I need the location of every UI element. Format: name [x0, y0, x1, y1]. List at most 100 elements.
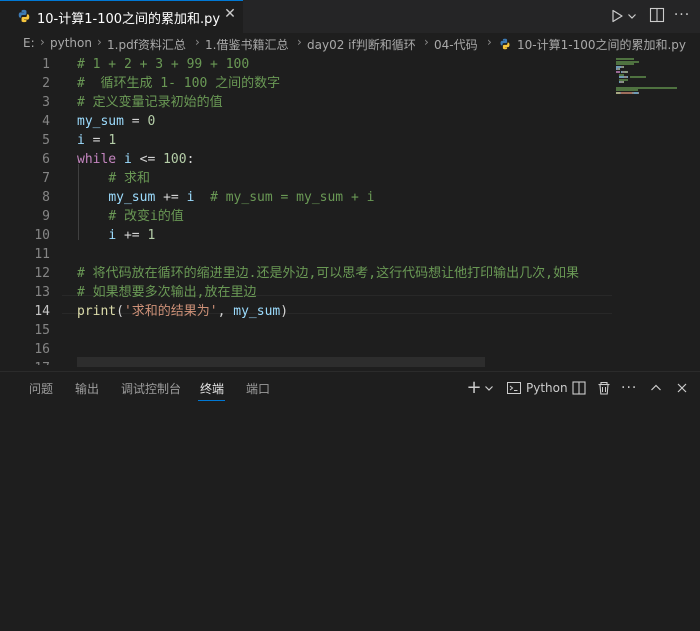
- code-token: # 求和: [108, 171, 150, 186]
- code-text: i = 1: [77, 131, 116, 150]
- code-token: print: [77, 304, 117, 319]
- code-token: ): [280, 304, 289, 319]
- run-dropdown-icon[interactable]: [627, 8, 637, 24]
- trash-icon[interactable]: [596, 380, 612, 396]
- line-number: 11: [34, 247, 50, 262]
- line-number: 9: [42, 209, 50, 224]
- line-number: 15: [34, 323, 50, 338]
- more-actions-icon[interactable]: ···: [673, 6, 691, 24]
- line-number: 2: [42, 76, 50, 91]
- chevron-right-icon: ›: [40, 35, 45, 49]
- code-token: <=: [131, 152, 164, 167]
- tab-ports[interactable]: 端口: [246, 380, 270, 397]
- line-number: 1: [42, 57, 50, 72]
- editor-tab-bar: 10-计算1-100之间的累加和.py ✕ ···: [0, 0, 700, 33]
- code-token: :: [186, 152, 195, 167]
- code-text: # 1 + 2 + 3 + 99 + 100: [77, 55, 249, 74]
- line-number: 3: [42, 95, 50, 110]
- code-text: my_sum = 0: [77, 112, 155, 131]
- minimap-stroke: [620, 91, 632, 94]
- code-token: my_sum: [77, 114, 124, 129]
- tab-debug-console[interactable]: 调试控制台: [121, 380, 181, 397]
- code-line[interactable]: 7 # 求和: [0, 169, 612, 188]
- code-text: while i <= 100:: [77, 150, 194, 169]
- code-line[interactable]: 12 # 将代码放在循环的缩进里边.还是外边,可以思考,这行代码想让他打印输出几次…: [0, 264, 612, 283]
- code-text: # 改变i的值: [77, 207, 184, 226]
- close-tab-icon[interactable]: ✕: [222, 6, 238, 22]
- code-line[interactable]: 6 while i <= 100:: [0, 150, 612, 169]
- code-line[interactable]: 10 i += 1: [0, 226, 612, 245]
- breadcrumb-item[interactable]: 1.pdf资料汇总: [107, 36, 186, 53]
- code-line[interactable]: 5 i = 1: [0, 131, 612, 150]
- minimap-stroke: [623, 81, 624, 84]
- code-token: # 如果想要多次输出,放在里边: [77, 285, 257, 300]
- breadcrumb-item[interactable]: day02 if判断和循环: [307, 36, 416, 53]
- code-token: +=: [116, 228, 148, 243]
- line-number: 17: [20, 359, 50, 365]
- tab-title: 10-计算1-100之间的累加和.py: [37, 12, 221, 27]
- code-token: 100: [163, 152, 187, 167]
- code-token: 1: [108, 133, 117, 148]
- line-number: 12: [34, 266, 50, 281]
- tab-terminal[interactable]: 终端: [200, 380, 224, 397]
- tab-output[interactable]: 输出: [75, 380, 99, 397]
- code-line[interactable]: 4 my_sum = 0: [0, 112, 612, 131]
- code-text: print('求和的结果为', my_sum): [77, 302, 288, 321]
- breadcrumb-item[interactable]: 04-代码: [434, 36, 478, 53]
- breadcrumb-item[interactable]: E:: [23, 36, 35, 50]
- code-token: my_sum: [108, 190, 156, 205]
- code-line[interactable]: 13 # 如果想要多次输出,放在里边: [0, 283, 612, 302]
- code-token: # 循环生成 1- 100 之间的数字: [77, 76, 281, 91]
- code-line[interactable]: 14 print('求和的结果为', my_sum): [0, 302, 612, 321]
- code-text: # 循环生成 1- 100 之间的数字: [77, 74, 280, 93]
- code-line[interactable]: 1 # 1 + 2 + 3 + 99 + 100: [0, 55, 612, 74]
- code-token: while: [77, 152, 117, 167]
- line-number: 16: [34, 342, 50, 357]
- line-number: 10: [34, 228, 50, 243]
- code-token: # 改变i的值: [108, 209, 184, 224]
- code-line[interactable]: 8 my_sum += i # my_sum = my_sum + i: [0, 188, 612, 207]
- more-actions-icon[interactable]: ···: [621, 380, 637, 396]
- code-token: =: [84, 133, 109, 148]
- maximize-panel-icon[interactable]: [648, 380, 664, 396]
- code-token: i: [123, 152, 132, 167]
- terminal-dropdown-icon[interactable]: [484, 380, 494, 396]
- code-text: i += 1: [77, 226, 155, 245]
- editor-tab[interactable]: 10-计算1-100之间的累加和.py ✕: [0, 0, 243, 33]
- code-token: my_sum: [233, 304, 281, 319]
- run-python-file-icon[interactable]: [609, 8, 625, 24]
- code-line[interactable]: 2 # 循环生成 1- 100 之间的数字: [0, 74, 612, 93]
- split-editor-icon[interactable]: [649, 7, 665, 23]
- breadcrumb-item[interactable]: python: [50, 36, 92, 50]
- code-line[interactable]: 9 # 改变i的值: [0, 207, 612, 226]
- close-panel-icon[interactable]: [674, 380, 690, 396]
- code-text: # 定义变量记录初始的值: [77, 93, 223, 112]
- chevron-right-icon: ›: [424, 35, 429, 49]
- code-editor[interactable]: 1 # 1 + 2 + 3 + 99 + 100 2 # 循环生成 1- 100 之间…: [0, 55, 612, 365]
- chevron-right-icon: ›: [487, 35, 492, 49]
- code-line[interactable]: 3 # 定义变量记录初始的值: [0, 93, 612, 112]
- new-terminal-icon[interactable]: +: [466, 379, 482, 397]
- python-file-icon: [500, 38, 510, 50]
- minimap[interactable]: [612, 55, 700, 365]
- horizontal-scrollbar[interactable]: [77, 357, 485, 367]
- code-token: # 1 + 2 + 3 + 99 + 100: [77, 57, 250, 72]
- split-terminal-icon[interactable]: [571, 380, 587, 396]
- breadcrumb: E: › python › 1.pdf资料汇总 › 1.借鉴书籍汇总 › day…: [0, 33, 700, 55]
- tab-problems[interactable]: 问题: [29, 380, 53, 397]
- code-token: i: [108, 228, 117, 243]
- terminal-profile-label[interactable]: Python: [526, 381, 568, 395]
- line-number: 7: [42, 171, 50, 186]
- code-line[interactable]: 11: [0, 245, 612, 264]
- code-line[interactable]: 15: [0, 321, 612, 340]
- bottom-panel: 问题 输出 调试控制台 终端 端口 + Python ···: [0, 371, 700, 631]
- breadcrumb-item[interactable]: 1.借鉴书籍汇总: [205, 36, 288, 53]
- chevron-right-icon: ›: [97, 35, 102, 49]
- breadcrumb-item[interactable]: 10-计算1-100之间的累加和.py: [517, 36, 686, 53]
